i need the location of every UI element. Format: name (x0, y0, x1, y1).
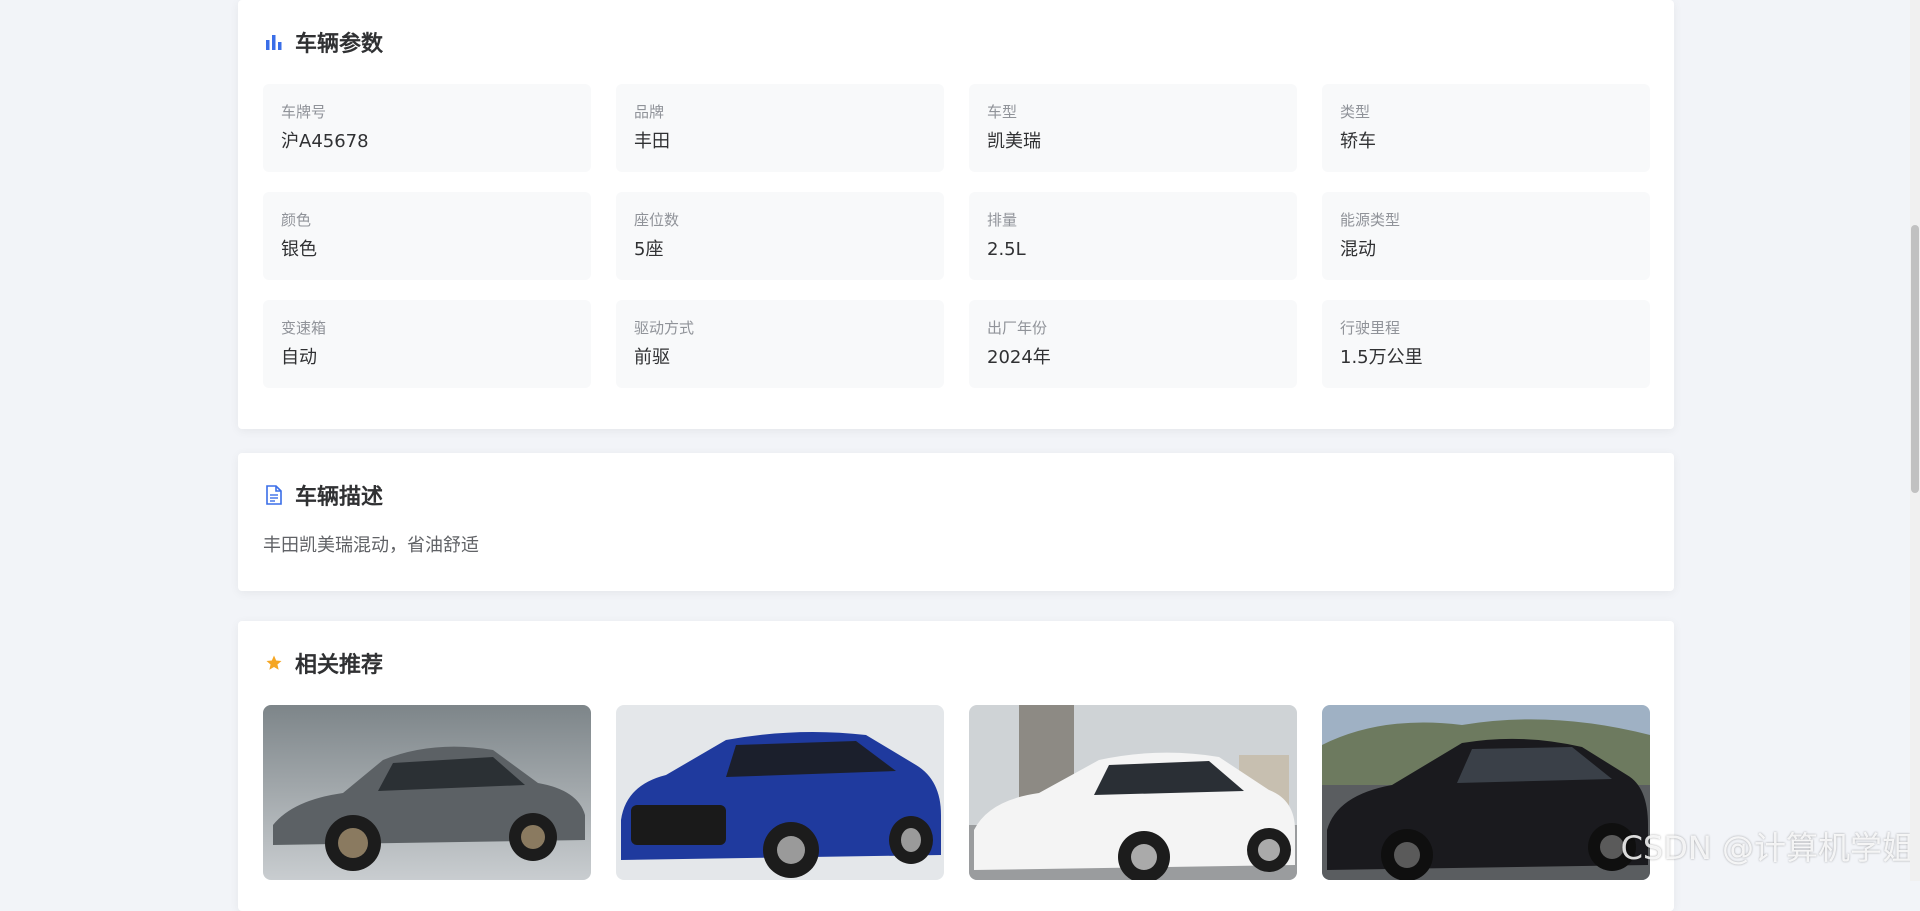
param-label: 座位数 (634, 211, 680, 229)
recommended-car-white-sedan[interactable] (969, 705, 1297, 880)
recommendations-grid (263, 705, 1650, 880)
recommendations-header: 相关推荐 (263, 621, 1649, 705)
param-value: 轿车 (1340, 131, 1376, 152)
param-label: 能源类型 (1340, 211, 1401, 229)
param-value: 前驱 (634, 347, 670, 368)
recommendations-title: 相关推荐 (295, 653, 384, 678)
param-value: 沪A45678 (281, 131, 369, 152)
car-photo-black-sedan (1322, 705, 1650, 880)
param-label: 驱动方式 (634, 319, 695, 337)
vehicle-params-title: 车辆参数 (295, 32, 384, 57)
param-transmission: 变速箱 自动 (263, 300, 591, 388)
param-mileage: 行驶里程 1.5万公里 (1322, 300, 1650, 388)
param-label: 颜色 (281, 211, 312, 229)
scrollbar-thumb[interactable] (1911, 225, 1919, 493)
param-color: 颜色 银色 (263, 192, 591, 280)
param-model: 车型 凯美瑞 (969, 84, 1297, 172)
param-label: 品牌 (634, 103, 665, 121)
param-value: 混动 (1340, 239, 1376, 260)
vehicle-params-card: 车辆参数 车牌号 沪A45678 品牌 丰田 车型 凯美瑞 类型 轿车 颜色 银… (238, 0, 1674, 429)
param-value: 1.5万公里 (1340, 347, 1423, 368)
car-photo-white-sedan (969, 705, 1297, 880)
param-value: 银色 (281, 239, 317, 260)
recommendations-card: 相关推荐 (238, 621, 1674, 911)
bar-chart-icon (263, 31, 285, 53)
param-label: 车牌号 (281, 103, 327, 121)
param-value: 2.5L (987, 239, 1026, 260)
vehicle-params-header: 车辆参数 (263, 0, 1649, 84)
param-displacement: 排量 2.5L (969, 192, 1297, 280)
param-label: 出厂年份 (987, 319, 1048, 337)
recommended-car-black-sedan[interactable] (1322, 705, 1650, 880)
recommended-car-gray-sedan[interactable] (263, 705, 591, 880)
star-icon (263, 652, 285, 674)
param-value: 丰田 (634, 131, 670, 152)
param-value: 5座 (634, 239, 664, 260)
param-label: 类型 (1340, 103, 1371, 121)
car-photo-blue-suv (616, 705, 944, 880)
vehicle-description-title: 车辆描述 (295, 485, 384, 510)
param-seats: 座位数 5座 (616, 192, 944, 280)
param-plate-number: 车牌号 沪A45678 (263, 84, 591, 172)
page-scrollbar[interactable] (1910, 0, 1920, 881)
param-label: 变速箱 (281, 319, 327, 337)
param-drive: 驱动方式 前驱 (616, 300, 944, 388)
vehicle-description-card: 车辆描述 丰田凯美瑞混动，省油舒适 (238, 453, 1674, 591)
param-year: 出厂年份 2024年 (969, 300, 1297, 388)
vehicle-description-header: 车辆描述 (263, 453, 1649, 537)
param-brand: 品牌 丰田 (616, 84, 944, 172)
car-photo-gray-sedan (263, 705, 591, 880)
param-value: 2024年 (987, 347, 1051, 368)
recommended-car-blue-suv[interactable] (616, 705, 944, 880)
watermark: CSDN @计算机学姐 (1620, 829, 1914, 867)
param-label: 行驶里程 (1340, 319, 1401, 337)
param-label: 排量 (987, 211, 1018, 229)
param-energy-type: 能源类型 混动 (1322, 192, 1650, 280)
param-value: 凯美瑞 (987, 131, 1041, 152)
param-label: 车型 (987, 103, 1018, 121)
param-type: 类型 轿车 (1322, 84, 1650, 172)
param-value: 自动 (281, 347, 317, 368)
document-icon (263, 484, 285, 506)
page: 车辆参数 车牌号 沪A45678 品牌 丰田 车型 凯美瑞 类型 轿车 颜色 银… (0, 0, 1920, 911)
vehicle-params-grid: 车牌号 沪A45678 品牌 丰田 车型 凯美瑞 类型 轿车 颜色 银色 座位数… (263, 84, 1650, 388)
vehicle-description-text: 丰田凯美瑞混动，省油舒适 (263, 535, 479, 556)
